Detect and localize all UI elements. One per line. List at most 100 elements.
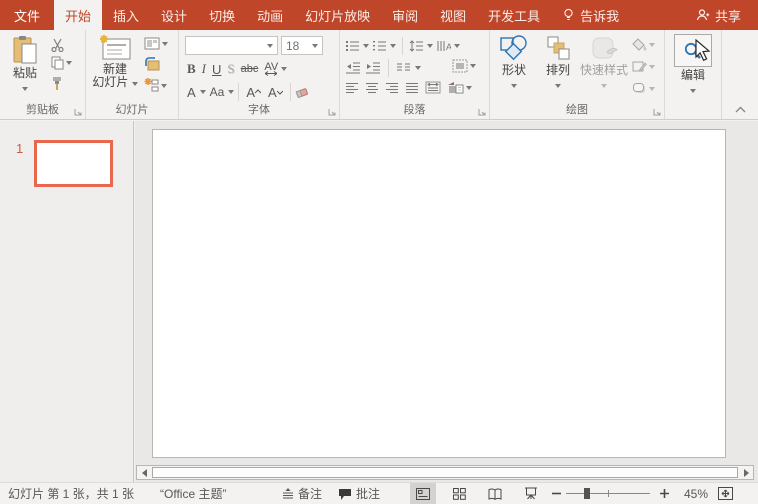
numbering-dropdown-arrow-icon[interactable] [390,44,396,48]
fit-slide-to-window-button[interactable] [718,483,733,504]
font-size-combobox[interactable]: 18 [281,36,323,55]
change-case-dropdown-arrow-icon[interactable] [228,90,234,94]
clipboard-dialog-launcher[interactable] [74,108,82,116]
drawing-dialog-launcher[interactable] [653,108,661,116]
zoom-slider-thumb[interactable] [584,488,590,499]
tab-home[interactable]: 开始 [54,0,102,30]
reset-button[interactable] [144,57,160,71]
distribute-text-icon[interactable] [425,81,441,94]
font-color-button[interactable]: A [184,85,199,100]
zoom-level[interactable]: 45% [684,483,708,504]
align-right-icon[interactable] [385,82,399,94]
zoom-in-button[interactable] [660,483,669,504]
notes-button[interactable]: 备注 [282,483,322,504]
editing-button[interactable]: 编辑 [673,33,713,96]
increase-font-size-button[interactable]: A [243,85,264,100]
increase-indent-icon[interactable] [365,62,381,74]
zoom-slider[interactable] [566,483,650,504]
tab-developer[interactable]: 开发工具 [477,0,551,30]
change-case-button[interactable]: Aa [207,85,228,99]
tab-animations[interactable]: 动画 [246,0,294,30]
font-size-dropdown-arrow-icon[interactable] [312,44,318,48]
text-shadow-button[interactable]: S [224,61,237,77]
tab-file[interactable]: 文件 [0,0,54,30]
horizontal-scrollbar[interactable] [136,465,754,480]
clear-formatting-eraser-icon[interactable] [295,86,309,99]
comments-button[interactable]: 批注 [338,483,380,504]
font-group-label: 字体 [179,101,339,117]
font-name-dropdown-arrow-icon[interactable] [267,44,273,48]
cut-button[interactable] [50,38,65,52]
character-spacing-dropdown-arrow-icon[interactable] [281,67,287,71]
status-bar: 幻灯片 第 1 张，共 1 张 “Office 主题” 备注 批注 [0,482,758,504]
columns-icon[interactable] [396,62,411,74]
zoom-out-button[interactable] [552,483,561,504]
tab-insert[interactable]: 插入 [102,0,150,30]
paragraph-dialog-launcher[interactable] [478,108,486,116]
editing-canvas[interactable] [135,121,758,482]
align-text-dropdown-arrow-icon[interactable] [470,64,476,68]
slide-sorter-view-button[interactable] [446,483,472,504]
reading-view-icon [488,488,502,500]
character-spacing-button[interactable]: AV [261,63,281,76]
copy-dropdown-arrow-icon[interactable] [66,61,72,65]
font-dialog-launcher[interactable] [328,108,336,116]
scrollbar-thumb[interactable] [152,467,738,478]
text-direction-icon[interactable]: A [436,40,451,52]
layout-button[interactable] [144,37,168,50]
numbered-list-icon[interactable] [372,40,387,52]
justify-icon[interactable] [405,82,419,94]
decrease-indent-icon[interactable] [345,62,361,74]
notes-label: 备注 [298,485,322,502]
group-clipboard: 粘贴 剪贴板 [0,30,86,119]
slideshow-view-button[interactable] [518,483,544,504]
tab-share[interactable]: 共享 [685,0,752,30]
italic-button[interactable]: I [199,61,209,77]
convert-smartart-button[interactable] [447,81,472,94]
tab-slideshow[interactable]: 幻灯片放映 [294,0,381,30]
arrange-button[interactable]: 排列 [538,33,578,91]
scroll-left-button[interactable] [137,466,151,479]
editing-dropdown-arrow-icon[interactable] [690,89,696,93]
shapes-dropdown-arrow-icon[interactable] [511,84,517,88]
bold-button[interactable]: B [184,61,199,77]
tab-transitions[interactable]: 切换 [198,0,246,30]
slide-thumbnail-panel[interactable]: 1 [0,121,134,482]
section-button[interactable] [144,78,167,93]
layout-dropdown-arrow-icon[interactable] [162,42,168,46]
paste-dropdown-arrow-icon[interactable] [22,87,28,91]
normal-view-button[interactable] [410,483,436,504]
section-dropdown-arrow-icon[interactable] [161,84,167,88]
strikethrough-button[interactable]: abc [238,63,262,75]
align-left-icon[interactable] [345,82,359,94]
tab-tell-me[interactable]: 告诉我 [551,0,630,30]
tab-review[interactable]: 审阅 [381,0,429,30]
bullets-dropdown-arrow-icon[interactable] [363,44,369,48]
shapes-button[interactable]: 形状 [494,33,534,91]
tab-view[interactable]: 视图 [429,0,477,30]
format-painter-button[interactable] [50,76,64,91]
text-direction-dropdown-arrow-icon[interactable] [454,44,460,48]
columns-dropdown-arrow-icon[interactable] [415,66,421,70]
align-center-icon[interactable] [365,82,379,94]
paste-button[interactable]: 粘贴 [4,33,46,94]
tab-design[interactable]: 设计 [150,0,198,30]
decrease-font-size-button[interactable]: A [265,85,286,100]
line-spacing-dropdown-arrow-icon[interactable] [427,44,433,48]
font-color-dropdown-arrow-icon[interactable] [200,90,206,94]
font-name-combobox[interactable] [185,36,278,55]
arrange-label: 排列 [538,64,578,77]
underline-button[interactable]: U [209,62,224,77]
bullet-list-icon[interactable] [345,40,360,52]
slide-canvas[interactable] [152,129,726,458]
copy-button[interactable] [50,56,72,70]
slide-thumbnail[interactable] [34,140,113,187]
scroll-right-button[interactable] [739,466,753,479]
align-text-icon[interactable] [452,59,468,73]
collapse-ribbon-button[interactable] [735,106,746,113]
shape-outline-button [632,60,655,73]
new-slide-button[interactable]: 新建 幻灯片 [90,33,140,89]
arrange-dropdown-arrow-icon[interactable] [555,84,561,88]
reading-view-button[interactable] [482,483,508,504]
line-spacing-icon[interactable] [409,40,424,52]
